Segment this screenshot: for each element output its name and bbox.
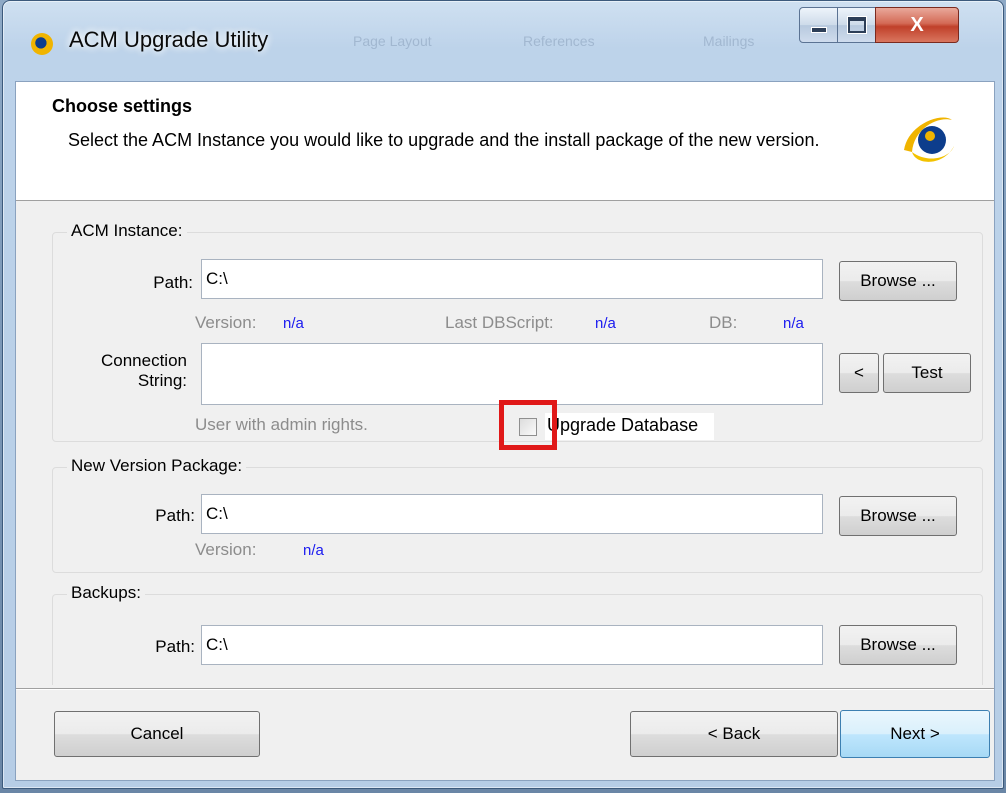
backups-path-input[interactable] <box>201 625 823 665</box>
maximize-button[interactable] <box>837 7 877 43</box>
new-version-version-value: n/a <box>303 542 324 559</box>
close-button[interactable]: X <box>875 7 959 43</box>
next-button[interactable]: Next > <box>840 710 990 758</box>
window-title: ACM Upgrade Utility <box>69 27 269 52</box>
acm-instance-group-label: ACM Instance: <box>67 221 187 241</box>
connection-label-line-2: String: <box>137 371 187 390</box>
ghost-tab: Page Layout <box>353 33 432 49</box>
new-version-version-label: Version: <box>195 540 257 559</box>
backups-group: Backups: Path: Browse ... <box>52 583 983 685</box>
db-value: n/a <box>783 315 804 332</box>
brand-logo-icon <box>904 117 954 162</box>
page-description: Select the ACM Instance you would like t… <box>68 130 820 150</box>
acm-instance-group: ACM Instance: Path: Browse ... Version: … <box>52 221 983 450</box>
backups-group-label: Backups: <box>67 583 145 603</box>
cancel-button[interactable]: Cancel <box>54 711 260 757</box>
back-button[interactable]: < Back <box>630 711 838 757</box>
connection-builder-button[interactable]: < <box>839 353 879 393</box>
app-logo-icon <box>31 33 53 55</box>
new-version-group-label: New Version Package: <box>67 456 247 476</box>
dialog-client-area: Choose settings Select the ACM Instance … <box>15 81 995 781</box>
new-version-browse-button[interactable]: Browse ... <box>839 496 957 536</box>
wizard-header: Choose settings Select the ACM Instance … <box>16 82 994 201</box>
footer-separator <box>16 688 994 689</box>
connection-string-label: Connection String: <box>63 351 187 391</box>
minimize-button[interactable] <box>799 7 839 43</box>
ghost-tab: Mailings <box>703 33 755 49</box>
backups-browse-button[interactable]: Browse ... <box>839 625 957 665</box>
backups-path-label: Path: <box>155 637 195 656</box>
ghost-tab: References <box>523 33 595 49</box>
page-title: Choose settings <box>52 96 193 116</box>
checkbox-highlight-box <box>499 400 557 450</box>
last-dbscript-value: n/a <box>595 315 616 332</box>
last-dbscript-label: Last DBScript: <box>445 313 554 332</box>
connection-string-input[interactable] <box>201 343 823 405</box>
title-bar[interactable]: ACM Upgrade Utility Page Layout Referenc… <box>3 1 1003 81</box>
new-version-path-input[interactable] <box>201 494 823 534</box>
acm-version-label: Version: <box>195 313 257 332</box>
test-connection-button[interactable]: Test <box>883 353 971 393</box>
db-label: DB: <box>709 313 738 332</box>
new-version-path-label: Path: <box>155 506 195 525</box>
new-version-package-group: New Version Package: Path: Browse ... Ve… <box>52 456 983 573</box>
acm-browse-button[interactable]: Browse ... <box>839 261 957 301</box>
close-icon: X <box>910 13 924 36</box>
connection-label-line-1: Connection <box>100 351 187 370</box>
acm-path-label: Path: <box>153 273 193 292</box>
acm-path-input[interactable] <box>201 259 823 299</box>
dialog-window: ACM Upgrade Utility Page Layout Referenc… <box>2 0 1004 789</box>
admin-rights-hint: User with admin rights. <box>195 415 368 434</box>
maximize-icon <box>848 17 866 33</box>
upgrade-database-label[interactable]: Upgrade Database <box>545 413 715 440</box>
minimize-icon <box>811 27 827 33</box>
acm-version-value: n/a <box>283 315 304 332</box>
